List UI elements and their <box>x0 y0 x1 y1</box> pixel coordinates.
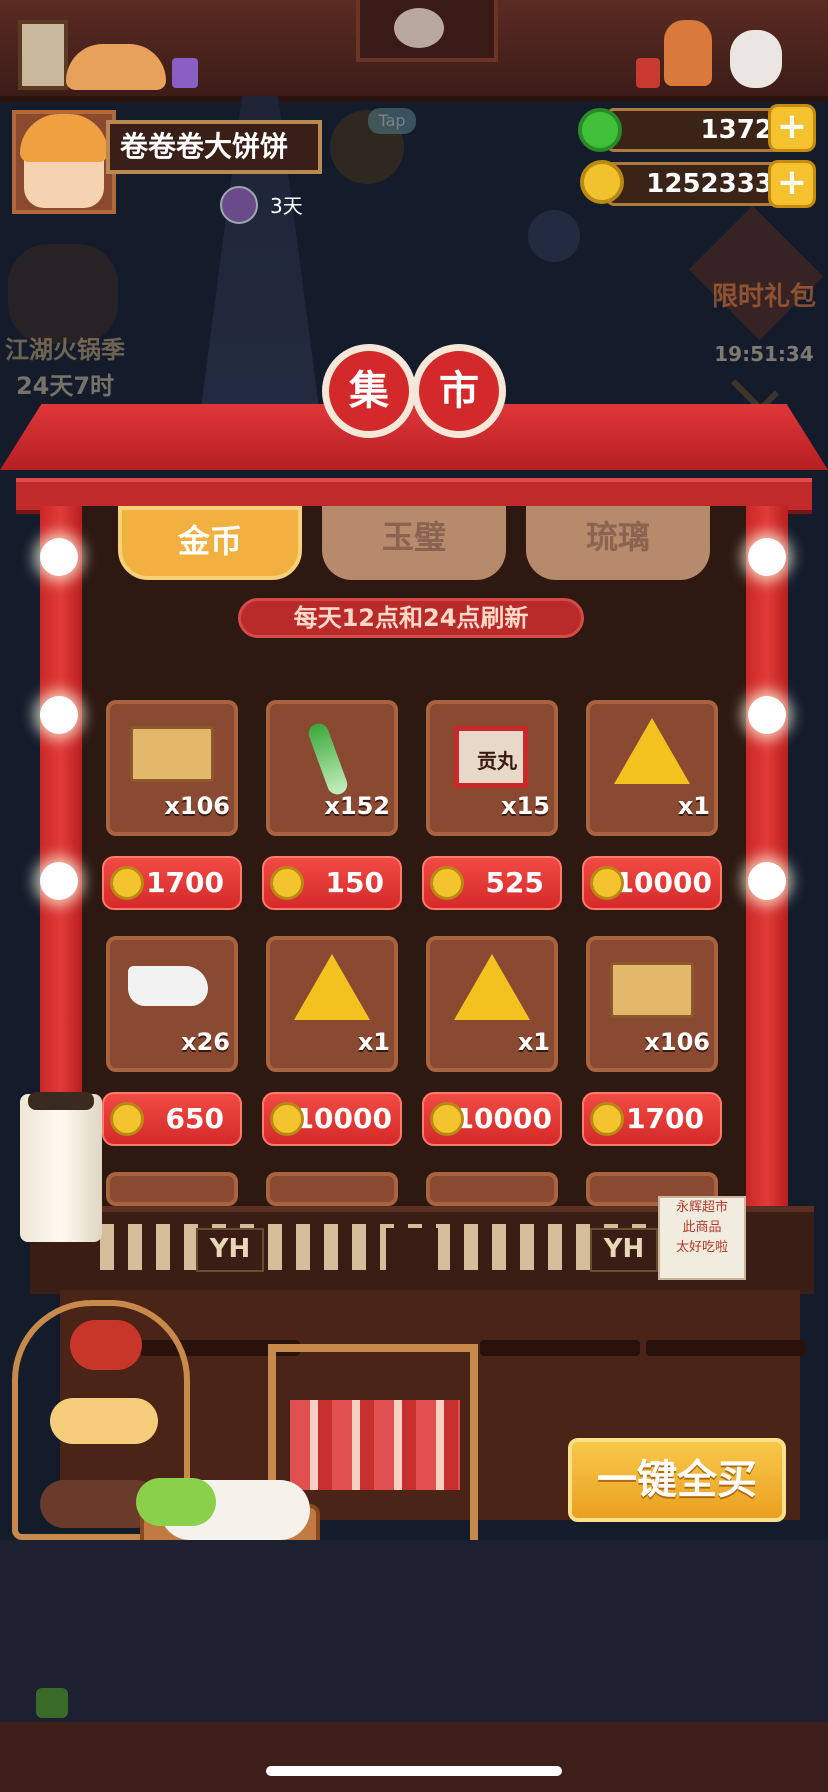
notice-line: 永辉超市 <box>675 1200 728 1215</box>
item-quantity: x106 <box>164 792 230 820</box>
price-value: 10000 <box>614 866 712 899</box>
coin-icon <box>590 1102 624 1136</box>
price-value: 150 <box>325 866 384 899</box>
small-orb-icon[interactable] <box>528 210 580 262</box>
item-slot[interactable] <box>426 1172 558 1206</box>
lamp-light <box>40 862 78 900</box>
notice-line: 太好吃啦 <box>675 1240 728 1255</box>
bottom-strip <box>0 1722 828 1792</box>
market-sign-char-2: 市 <box>412 344 506 438</box>
red-cup-decoration <box>636 58 660 88</box>
coin-icon <box>110 1102 144 1136</box>
purple-cup-decoration <box>172 58 198 88</box>
gift-pack-timer: 19:51:34 <box>714 342 814 366</box>
right-pillar <box>746 506 788 1206</box>
bento-box-icon <box>130 726 214 782</box>
bacon-icon <box>290 1400 460 1490</box>
tab-jade[interactable]: 玉璧 <box>322 506 506 580</box>
tab-glaze[interactable]: 琉璃 <box>526 506 710 580</box>
market-sign-char-1: 集 <box>322 344 416 438</box>
price-value: 650 <box>165 1102 224 1135</box>
tomatoes-icon <box>70 1320 142 1370</box>
lamp-light <box>748 696 786 734</box>
item-quantity: x1 <box>677 792 710 820</box>
lettuce-icon <box>136 1478 216 1526</box>
item-quantity: x1 <box>517 1028 550 1056</box>
lamp-light <box>748 862 786 900</box>
meatball-pack-icon: 贡丸 <box>454 726 528 788</box>
coin-icon <box>430 866 464 900</box>
item-quantity: x15 <box>501 792 550 820</box>
drawer-handle <box>480 1340 640 1356</box>
tap-label: Tap <box>368 108 416 134</box>
gift-pack-title: 限时礼包 <box>711 282 816 312</box>
coin-icon <box>430 1102 464 1136</box>
item-quantity: x152 <box>324 792 390 820</box>
coin-icon <box>270 866 304 900</box>
hotpot-event-title: 江湖火锅季 <box>5 336 125 364</box>
buns-icon <box>50 1398 158 1444</box>
price-value: 1700 <box>626 1102 704 1135</box>
counter-grill <box>100 1224 660 1270</box>
price-value: 10000 <box>454 1102 552 1135</box>
tab-gold-coin[interactable]: 金币 <box>118 506 302 580</box>
gift-pack-icon[interactable] <box>688 205 824 341</box>
buy-all-button[interactable]: 一键全买 <box>568 1438 786 1522</box>
player-name: 卷卷卷大饼饼 <box>106 120 322 174</box>
jade-icon <box>578 108 622 152</box>
notice-line: 此商品 <box>682 1220 722 1235</box>
doll-decoration <box>730 30 782 88</box>
notice-card: 永辉超市 此商品 太好吃啦 <box>658 1196 746 1280</box>
price-value: 10000 <box>294 1102 392 1135</box>
gravy-boat-icon <box>128 966 208 1006</box>
item-slot[interactable] <box>106 1172 238 1206</box>
price-value: 525 <box>485 866 544 899</box>
floor <box>0 1540 828 1722</box>
refresh-notice: 每天12点和24点刷新 <box>238 598 584 638</box>
add-coins-button[interactable]: + <box>768 160 816 208</box>
dot-decoration <box>386 1228 438 1276</box>
lamp-light <box>748 538 786 576</box>
small-green-icon <box>36 1688 68 1718</box>
lamp-light <box>40 538 78 576</box>
stall-roof <box>0 404 828 470</box>
item-quantity: x1 <box>357 1028 390 1056</box>
girl-figure-decoration <box>664 20 712 86</box>
price-value: 1700 <box>146 866 224 899</box>
coin-icon <box>590 866 624 900</box>
paw-frame-decoration <box>18 20 68 90</box>
hotpot-event-timer: 24天7时 <box>15 372 115 400</box>
yh-plate: YH <box>196 1228 264 1272</box>
item-slot[interactable] <box>266 1172 398 1206</box>
yh-plate: YH <box>590 1228 658 1272</box>
pack-label: 贡丸 <box>477 749 517 773</box>
add-jade-button[interactable]: + <box>768 104 816 152</box>
raccoon-decoration <box>394 8 444 48</box>
hotpot-event-icon[interactable] <box>8 244 118 344</box>
coin-icon <box>110 866 144 900</box>
login-days: 3天 <box>270 194 303 218</box>
item-quantity: x26 <box>181 1028 230 1056</box>
paper-roll <box>20 1094 102 1242</box>
drawer-handle <box>646 1340 806 1356</box>
home-indicator[interactable] <box>266 1766 562 1776</box>
coin-icon <box>270 1102 304 1136</box>
lamp-light <box>40 696 78 734</box>
cat-decoration <box>66 44 166 90</box>
paper-roll-cap <box>28 1092 94 1110</box>
item-quantity: x106 <box>644 1028 710 1056</box>
bento-box-icon <box>610 962 694 1018</box>
coin-icon <box>580 160 624 204</box>
vip-badge-icon[interactable] <box>220 186 258 224</box>
